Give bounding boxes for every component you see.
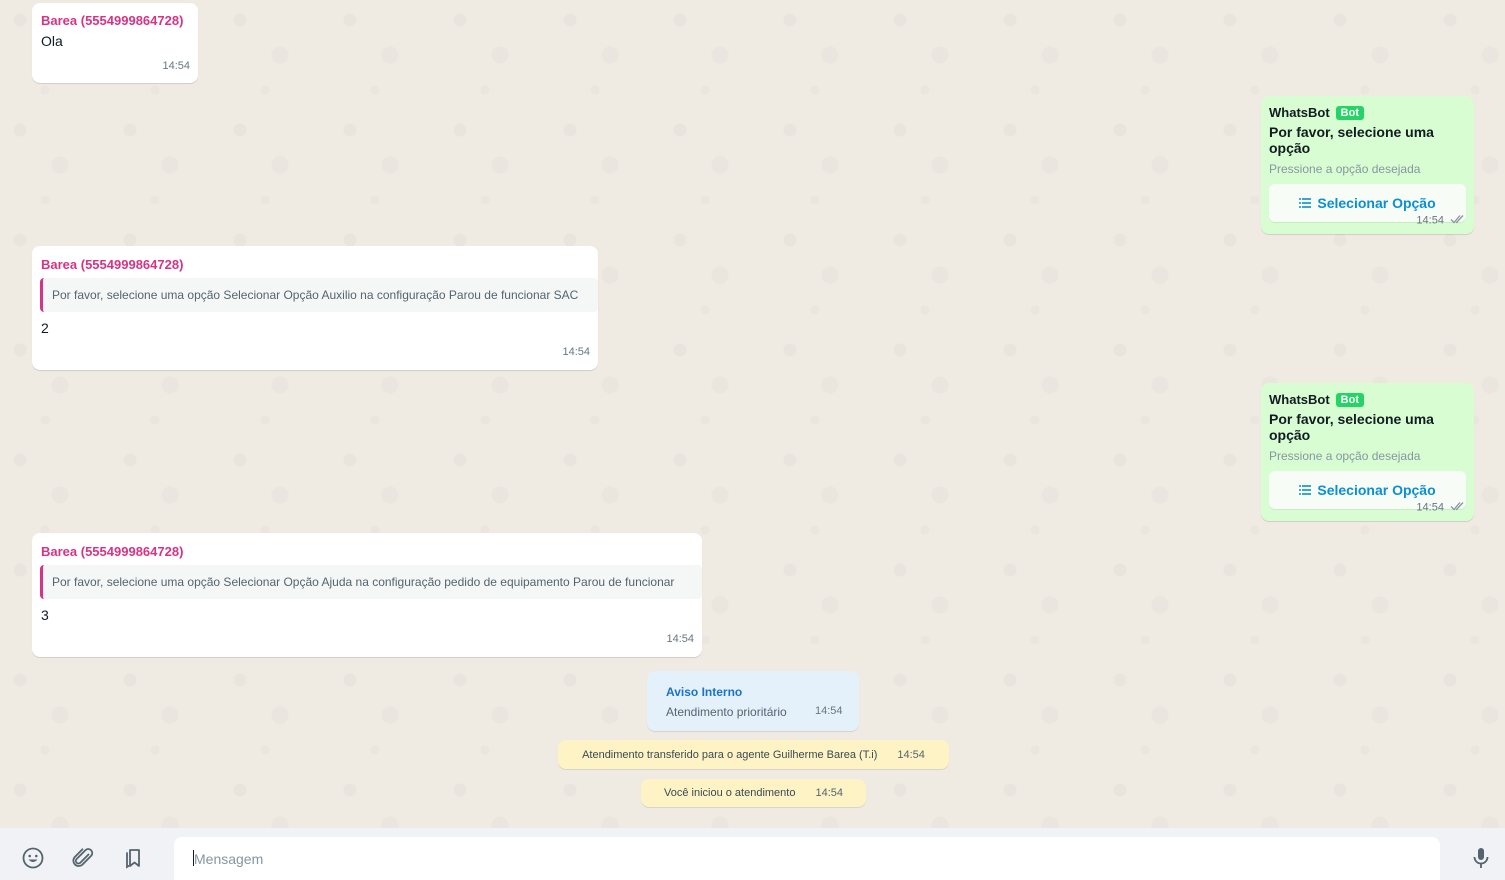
message-text: Ola: [41, 33, 63, 49]
notice-time: 14:54: [815, 705, 843, 717]
select-option-label: Selecionar Opção: [1317, 195, 1436, 211]
system-text: Atendimento transferido para o agente Gu…: [582, 748, 878, 761]
notice-title: Aviso Interno: [666, 685, 743, 699]
message-time: 14:54: [1416, 214, 1466, 227]
message-time: 14:54: [1416, 501, 1466, 514]
system-time: 14:54: [897, 748, 925, 761]
message-input-box[interactable]: [174, 837, 1440, 880]
quoted-message[interactable]: Por favor, selecione uma opção Seleciona…: [40, 565, 702, 599]
notice-text: Atendimento prioritário: [666, 705, 787, 719]
message-sender: Barea (5554999864728): [41, 544, 184, 559]
outgoing-bot-message[interactable]: WhatsBot Bot Por favor, selecione uma op…: [1261, 96, 1474, 234]
paperclip-icon[interactable]: [71, 846, 95, 870]
list-icon: [1299, 198, 1312, 208]
message-sender: Barea (5554999864728): [41, 13, 184, 28]
quoted-message[interactable]: Por favor, selecione uma opção Seleciona…: [40, 278, 598, 312]
chat-area[interactable]: Barea (5554999864728) Ola 14:54 WhatsBot…: [0, 0, 1505, 828]
bot-message-title: Por favor, selecione uma opção: [1269, 124, 1434, 156]
bot-message-title: Por favor, selecione uma opção: [1269, 411, 1434, 443]
emoji-icon[interactable]: [21, 846, 45, 870]
message-time: 14:54: [666, 633, 694, 645]
system-message-transfer: Atendimento transferido para o agente Gu…: [558, 740, 949, 769]
message-time: 14:54: [162, 60, 190, 72]
bot-name: WhatsBot: [1269, 392, 1330, 407]
message-time-text: 14:54: [1416, 501, 1444, 514]
bot-badge: Bot: [1335, 392, 1364, 407]
list-icon: [1299, 485, 1312, 495]
message-time-text: 14:54: [1416, 214, 1444, 227]
message-sender: Barea (5554999864728): [41, 257, 184, 272]
system-time: 14:54: [815, 787, 843, 799]
outgoing-bot-message[interactable]: WhatsBot Bot Por favor, selecione uma op…: [1261, 383, 1474, 521]
bot-message-subtitle: Pressione a opção desejada: [1269, 162, 1421, 176]
microphone-icon[interactable]: [1469, 846, 1493, 870]
message-text: 3: [41, 607, 49, 623]
incoming-message[interactable]: Barea (5554999864728) Por favor, selecio…: [32, 533, 702, 657]
double-check-icon: [1450, 501, 1466, 514]
message-input[interactable]: [192, 849, 1422, 868]
bot-badge: Bot: [1335, 105, 1364, 120]
bot-header: WhatsBot Bot: [1269, 392, 1466, 407]
internal-notice: Aviso Interno Atendimento prioritário 14…: [647, 671, 859, 731]
incoming-message[interactable]: Barea (5554999864728) Por favor, selecio…: [32, 246, 598, 370]
composer-bar: [0, 828, 1505, 880]
incoming-message[interactable]: Barea (5554999864728) Ola 14:54: [32, 3, 198, 83]
double-check-icon: [1450, 214, 1466, 227]
bot-name: WhatsBot: [1269, 105, 1330, 120]
bot-message-subtitle: Pressione a opção desejada: [1269, 449, 1421, 463]
bookmarks-icon[interactable]: [122, 846, 146, 870]
system-message-started: Você iniciou o atendimento 14:54: [641, 779, 866, 807]
select-option-label: Selecionar Opção: [1317, 482, 1436, 498]
text-cursor: [193, 850, 194, 866]
message-text: 2: [41, 320, 49, 336]
message-time: 14:54: [562, 346, 590, 358]
bot-header: WhatsBot Bot: [1269, 105, 1466, 120]
system-text: Você iniciou o atendimento: [663, 787, 796, 799]
